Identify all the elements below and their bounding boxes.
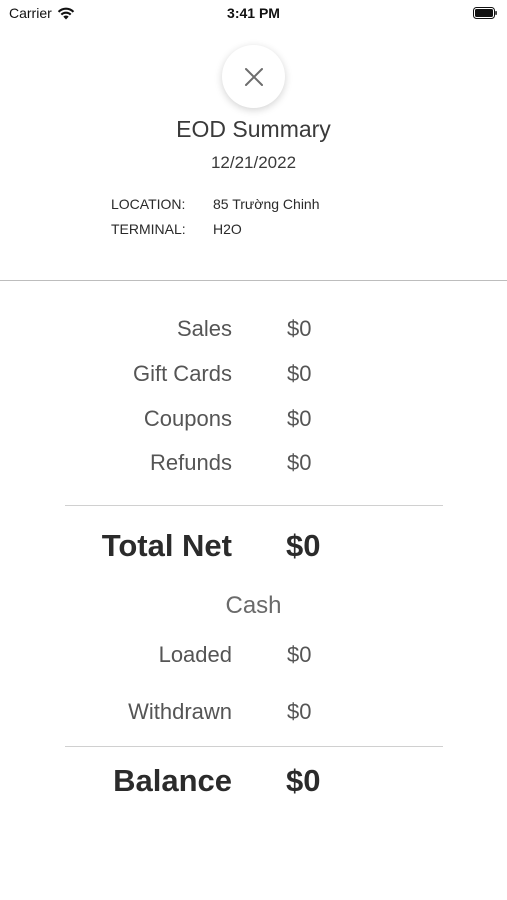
location-row: LOCATION: 85 Trường Chinh: [111, 196, 320, 212]
balance-label: Balance: [113, 763, 232, 798]
location-value: 85 Trường Chinh: [213, 196, 320, 212]
gift-cards-label: Gift Cards: [132, 361, 232, 386]
cash-heading: Cash: [225, 592, 282, 619]
withdrawn-label: Withdrawn: [128, 699, 232, 724]
refunds-label: Refunds: [150, 450, 232, 475]
status-bar: Carrier 3:41 PM: [0, 0, 507, 28]
coupons-label: Coupons: [143, 406, 232, 431]
coupons-row: Coupons $0: [0, 406, 507, 436]
withdrawn-value: $0: [287, 699, 312, 724]
terminal-label: TERMINAL:: [111, 221, 186, 237]
withdrawn-row: Withdrawn $0: [0, 699, 507, 729]
close-icon: [244, 67, 263, 86]
header-divider: [0, 280, 507, 281]
summary-divider: [65, 505, 443, 506]
status-time: 3:41 PM: [227, 5, 280, 21]
sales-value: $0: [287, 316, 312, 341]
gift-cards-row: Gift Cards $0: [0, 361, 507, 391]
loaded-row: Loaded $0: [0, 642, 507, 672]
total-net-label: Total Net: [101, 528, 232, 563]
coupons-value: $0: [287, 406, 312, 431]
terminal-row: TERMINAL: H2O: [111, 221, 242, 237]
sales-row: Sales $0: [0, 316, 507, 346]
loaded-label: Loaded: [158, 642, 232, 667]
battery-icon: [473, 7, 497, 19]
balance-value: $0: [286, 763, 321, 798]
refunds-row: Refunds $0: [0, 450, 507, 480]
terminal-value: H2O: [213, 221, 242, 237]
summary-date: 12/21/2022: [210, 153, 297, 172]
gift-cards-value: $0: [287, 361, 312, 386]
cash-divider: [65, 746, 443, 747]
refunds-value: $0: [287, 450, 312, 475]
page-title: EOD Summary: [176, 116, 331, 142]
location-label: LOCATION:: [111, 196, 186, 212]
close-button[interactable]: [222, 45, 285, 108]
loaded-value: $0: [287, 642, 312, 667]
sales-label: Sales: [176, 316, 232, 341]
total-net-value: $0: [286, 528, 321, 563]
